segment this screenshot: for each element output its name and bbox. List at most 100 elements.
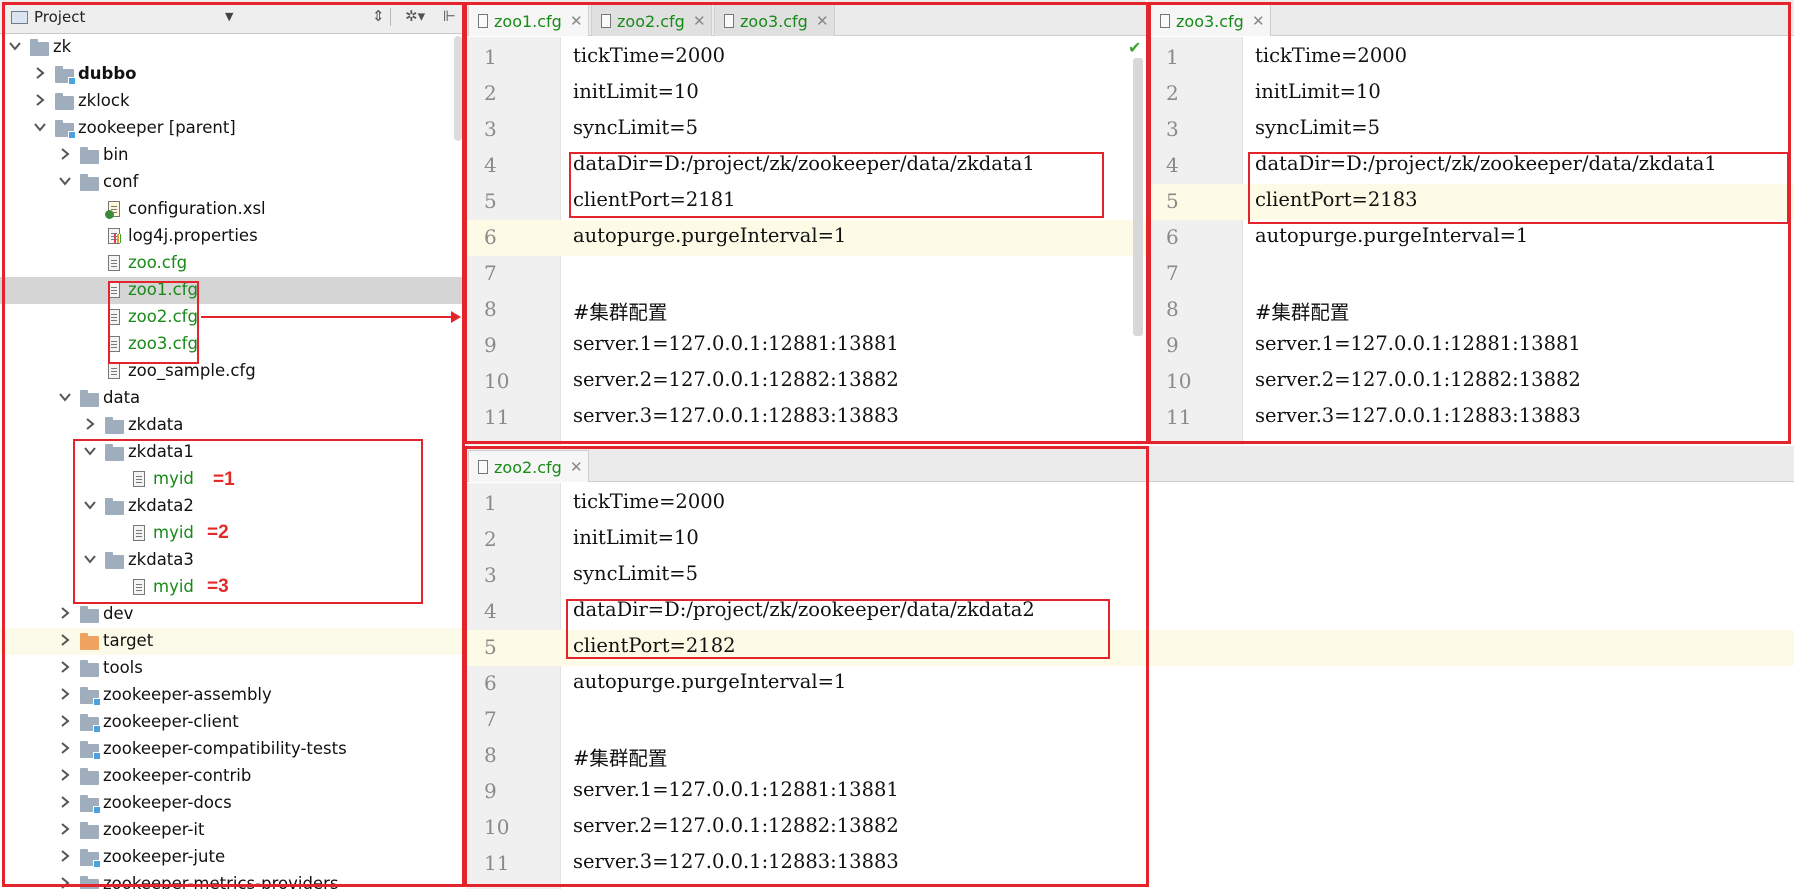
chevron-right-icon[interactable] bbox=[33, 66, 47, 80]
chevron-down-icon[interactable] bbox=[83, 498, 97, 512]
chevron-down-icon[interactable] bbox=[58, 174, 72, 188]
code-line[interactable]: 7 bbox=[1148, 256, 1794, 292]
tree-item[interactable]: zoo1.cfg bbox=[0, 277, 465, 304]
code-line[interactable]: 11 server.3=127.0.0.1:12883:13883 bbox=[466, 400, 1146, 436]
tree-item[interactable]: zklock bbox=[0, 88, 465, 115]
tree-item[interactable]: data bbox=[0, 385, 465, 412]
gear-icon[interactable]: ✲▾ bbox=[405, 7, 425, 25]
project-scrollbar[interactable] bbox=[454, 36, 462, 141]
tree-item[interactable]: zookeeper-it bbox=[0, 817, 465, 844]
tree-item[interactable]: zookeeper-assembly bbox=[0, 682, 465, 709]
code-line[interactable]: 10 server.2=127.0.0.1:12882:13882 bbox=[466, 810, 1794, 846]
tree-item[interactable]: tools bbox=[0, 655, 465, 682]
tree-item[interactable]: target bbox=[0, 628, 465, 655]
close-icon[interactable]: ✕ bbox=[570, 458, 583, 476]
editor-tab[interactable]: zoo1.cfg ✕ bbox=[468, 4, 589, 36]
editor-tab[interactable]: zoo3.cfg ✕ bbox=[714, 4, 835, 36]
tree-item[interactable]: dev bbox=[0, 601, 465, 628]
tree-item[interactable]: log4j.properties bbox=[0, 223, 465, 250]
tree-item[interactable]: zookeeper-metrics-providers bbox=[0, 871, 465, 889]
tree-item[interactable]: zkdata bbox=[0, 412, 465, 439]
code-line[interactable]: 9 server.1=127.0.0.1:12881:13881 bbox=[466, 328, 1146, 364]
code-line[interactable]: 5 clientPort=2181 bbox=[466, 184, 1146, 220]
editor-tab[interactable]: zoo2.cfg ✕ bbox=[468, 450, 589, 482]
chevron-right-icon[interactable] bbox=[58, 822, 72, 836]
tree-item[interactable]: zookeeper-client bbox=[0, 709, 465, 736]
tree-item[interactable]: zookeeper [parent] bbox=[0, 115, 465, 142]
code-line[interactable]: 8 #集群配置 bbox=[466, 292, 1146, 328]
code-line[interactable]: 9 server.1=127.0.0.1:12881:13881 bbox=[466, 774, 1794, 810]
code-line[interactable]: 8 #集群配置 bbox=[1148, 292, 1794, 328]
code-line[interactable]: 10 server.2=127.0.0.1:12882:13882 bbox=[1148, 364, 1794, 400]
code-line[interactable]: 10 server.2=127.0.0.1:12882:13882 bbox=[466, 364, 1146, 400]
close-icon[interactable]: ✕ bbox=[693, 12, 706, 30]
tree-item[interactable]: zoo3.cfg bbox=[0, 331, 465, 358]
project-view-selector[interactable]: Project bbox=[34, 8, 85, 26]
chevron-right-icon[interactable] bbox=[83, 417, 97, 431]
code-line[interactable]: 1 tickTime=2000 bbox=[466, 40, 1146, 76]
code-line[interactable]: 9 server.1=127.0.0.1:12881:13881 bbox=[1148, 328, 1794, 364]
editor-scrollbar[interactable] bbox=[1133, 58, 1143, 336]
tree-item[interactable]: configuration.xsl bbox=[0, 196, 465, 223]
tree-item[interactable]: zk bbox=[0, 34, 465, 61]
chevron-right-icon[interactable] bbox=[58, 606, 72, 620]
chevron-down-icon[interactable] bbox=[33, 120, 47, 134]
chevron-down-icon[interactable] bbox=[8, 39, 22, 53]
code-line[interactable]: 4 dataDir=D:/project/zk/zookeeper/data/zk… bbox=[1148, 148, 1794, 184]
code-line[interactable]: 11 server.3=127.0.0.1:12883:13883 bbox=[466, 846, 1794, 882]
chevron-right-icon[interactable] bbox=[58, 714, 72, 728]
tree-item[interactable]: zookeeper-jute bbox=[0, 844, 465, 871]
tree-item[interactable]: dubbo bbox=[0, 61, 465, 88]
tree-item[interactable]: zkdata1 bbox=[0, 439, 465, 466]
tree-item[interactable]: zkdata2 bbox=[0, 493, 465, 520]
tree-item[interactable]: bin bbox=[0, 142, 465, 169]
hide-panel-icon[interactable]: ⊩ bbox=[443, 7, 456, 25]
close-icon[interactable]: ✕ bbox=[1252, 12, 1265, 30]
code-line[interactable]: 6 autopurge.purgeInterval=1 bbox=[1148, 220, 1794, 256]
editor-tab[interactable]: zoo2.cfg ✕ bbox=[591, 4, 712, 36]
code-line[interactable]: 2 initLimit=10 bbox=[1148, 76, 1794, 112]
code-line[interactable]: 11 server.3=127.0.0.1:12883:13883 bbox=[1148, 400, 1794, 436]
tree-item[interactable]: zookeeper-compatibility-tests bbox=[0, 736, 465, 763]
code-line[interactable]: 6 autopurge.purgeInterval=1 bbox=[466, 220, 1146, 256]
chevron-right-icon[interactable] bbox=[58, 687, 72, 701]
code-line[interactable]: 2 initLimit=10 bbox=[466, 522, 1794, 558]
code-line[interactable]: 4 dataDir=D:/project/zk/zookeeper/data/zk… bbox=[466, 594, 1794, 630]
code-line[interactable]: 1 tickTime=2000 bbox=[466, 486, 1794, 522]
chevron-down-icon[interactable] bbox=[83, 552, 97, 566]
code-line[interactable]: 6 autopurge.purgeInterval=1 bbox=[466, 666, 1794, 702]
code-line[interactable]: 5 clientPort=2182 bbox=[466, 630, 1794, 666]
editor-tab[interactable]: zoo3.cfg ✕ bbox=[1150, 4, 1271, 36]
tree-item[interactable]: myid bbox=[0, 574, 465, 601]
close-icon[interactable]: ✕ bbox=[816, 12, 829, 30]
code-line[interactable]: 7 bbox=[466, 702, 1794, 738]
code-line[interactable]: 5 clientPort=2183 bbox=[1148, 184, 1794, 220]
tree-item[interactable]: zookeeper-contrib bbox=[0, 763, 465, 790]
chevron-down-icon[interactable] bbox=[83, 444, 97, 458]
collapse-all-icon[interactable]: ⇕ bbox=[372, 7, 385, 25]
code-line[interactable]: 8 #集群配置 bbox=[466, 738, 1794, 774]
tree-item[interactable]: zoo.cfg bbox=[0, 250, 465, 277]
chevron-right-icon[interactable] bbox=[58, 849, 72, 863]
tree-item[interactable]: zoo_sample.cfg bbox=[0, 358, 465, 385]
code-line[interactable]: 7 bbox=[466, 256, 1146, 292]
chevron-right-icon[interactable] bbox=[58, 660, 72, 674]
chevron-right-icon[interactable] bbox=[58, 768, 72, 782]
tree-item[interactable]: myid bbox=[0, 520, 465, 547]
chevron-right-icon[interactable] bbox=[58, 741, 72, 755]
code-line[interactable]: 2 initLimit=10 bbox=[466, 76, 1146, 112]
code-line[interactable]: 3 syncLimit=5 bbox=[1148, 112, 1794, 148]
tree-item[interactable]: zkdata3 bbox=[0, 547, 465, 574]
code-line[interactable]: 4 dataDir=D:/project/zk/zookeeper/data/zk… bbox=[466, 148, 1146, 184]
close-icon[interactable]: ✕ bbox=[570, 12, 583, 30]
chevron-right-icon[interactable] bbox=[33, 93, 47, 107]
chevron-right-icon[interactable] bbox=[58, 147, 72, 161]
code-line[interactable]: 1 tickTime=2000 bbox=[1148, 40, 1794, 76]
chevron-down-icon[interactable]: ▼ bbox=[225, 10, 233, 23]
tree-item[interactable]: zookeeper-docs bbox=[0, 790, 465, 817]
chevron-right-icon[interactable] bbox=[58, 876, 72, 889]
chevron-down-icon[interactable] bbox=[58, 390, 72, 404]
code-line[interactable]: 3 syncLimit=5 bbox=[466, 558, 1794, 594]
code-line[interactable]: 3 syncLimit=5 bbox=[466, 112, 1146, 148]
tree-item[interactable]: conf bbox=[0, 169, 465, 196]
